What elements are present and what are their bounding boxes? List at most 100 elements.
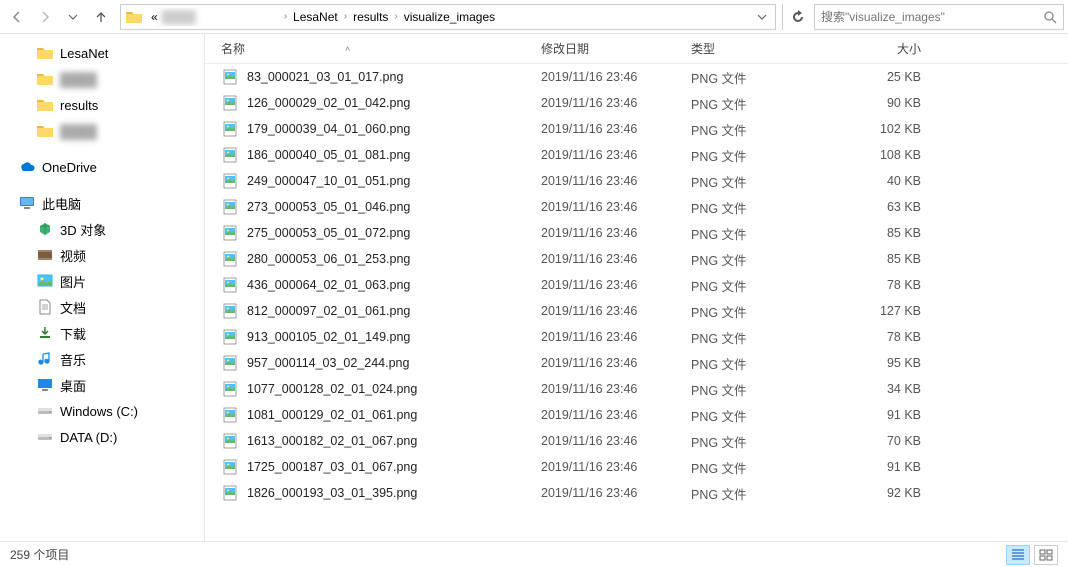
file-list[interactable]: 83_000021_03_01_017.png 2019/11/16 23:46…	[205, 64, 1068, 541]
file-type: PNG 文件	[691, 172, 831, 191]
breadcrumb-item[interactable]: visualize_images	[402, 8, 497, 26]
file-type: PNG 文件	[691, 406, 831, 425]
breadcrumb-prefix[interactable]: «	[149, 8, 160, 26]
status-item-count: 259 个项目	[10, 546, 69, 563]
sidebar-thispc-item[interactable]: 下载	[0, 320, 204, 346]
sidebar-quick-item[interactable]: ████	[0, 118, 204, 144]
file-type: PNG 文件	[691, 198, 831, 217]
view-thumbnails-button[interactable]	[1034, 545, 1058, 565]
file-row[interactable]: 1077_000128_02_01_024.png 2019/11/16 23:…	[205, 376, 1068, 402]
breadcrumb-hidden[interactable]: ████	[160, 8, 280, 26]
folder-icon	[36, 44, 54, 62]
breadcrumb-item[interactable]: results	[351, 8, 390, 26]
breadcrumb-separator: ›	[340, 11, 351, 22]
nav-up-button[interactable]	[88, 4, 114, 30]
refresh-button[interactable]	[782, 4, 812, 30]
png-file-icon	[221, 432, 239, 450]
file-row[interactable]: 186_000040_05_01_081.png 2019/11/16 23:4…	[205, 142, 1068, 168]
sidebar-thispc-item[interactable]: 图片	[0, 268, 204, 294]
file-type: PNG 文件	[691, 328, 831, 347]
sidebar-thispc-item[interactable]: Windows (C:)	[0, 398, 204, 424]
file-row[interactable]: 957_000114_03_02_244.png 2019/11/16 23:4…	[205, 350, 1068, 376]
recent-dropdown-button[interactable]	[60, 4, 86, 30]
sidebar-onedrive[interactable]: OneDrive	[0, 154, 204, 180]
sidebar-thispc-item[interactable]: DATA (D:)	[0, 424, 204, 450]
sidebar-thispc[interactable]: 此电脑	[0, 190, 204, 216]
nav-forward-button[interactable]	[32, 4, 58, 30]
file-date: 2019/11/16 23:46	[541, 252, 691, 266]
sidebar-item-label: 图片	[60, 272, 86, 291]
png-file-icon	[221, 68, 239, 86]
file-date: 2019/11/16 23:46	[541, 330, 691, 344]
sidebar-item-label: results	[60, 98, 98, 113]
file-row[interactable]: 273_000053_05_01_046.png 2019/11/16 23:4…	[205, 194, 1068, 220]
file-row[interactable]: 179_000039_04_01_060.png 2019/11/16 23:4…	[205, 116, 1068, 142]
file-type: PNG 文件	[691, 380, 831, 399]
file-row[interactable]: 280_000053_06_01_253.png 2019/11/16 23:4…	[205, 246, 1068, 272]
file-type: PNG 文件	[691, 146, 831, 165]
sidebar-thispc-item[interactable]: 桌面	[0, 372, 204, 398]
sidebar-thispc-item[interactable]: 文档	[0, 294, 204, 320]
breadcrumb-item[interactable]: LesaNet	[291, 8, 340, 26]
arrow-up-icon	[93, 9, 109, 25]
sidebar-thispc-item[interactable]: 音乐	[0, 346, 204, 372]
file-name: 249_000047_10_01_051.png	[247, 174, 541, 188]
file-row[interactable]: 1826_000193_03_01_395.png 2019/11/16 23:…	[205, 480, 1068, 506]
column-header-size[interactable]: 大小	[831, 40, 931, 57]
file-name: 186_000040_05_01_081.png	[247, 148, 541, 162]
sidebar-quick-item[interactable]: LesaNet	[0, 40, 204, 66]
file-row[interactable]: 83_000021_03_01_017.png 2019/11/16 23:46…	[205, 64, 1068, 90]
column-header-name[interactable]: 名称 ˄	[221, 40, 541, 57]
file-row[interactable]: 1613_000182_02_01_067.png 2019/11/16 23:…	[205, 428, 1068, 454]
pictures-icon	[36, 272, 54, 290]
toolbar: « ████ › LesaNet › results › visualize_i…	[0, 0, 1068, 34]
file-size: 91 KB	[831, 408, 931, 422]
file-name: 280_000053_06_01_253.png	[247, 252, 541, 266]
sidebar-item-label: LesaNet	[60, 46, 108, 61]
file-type: PNG 文件	[691, 94, 831, 113]
png-file-icon	[221, 120, 239, 138]
refresh-icon	[791, 10, 805, 24]
sidebar-item-label: Windows (C:)	[60, 404, 138, 419]
png-file-icon	[221, 224, 239, 242]
file-size: 108 KB	[831, 148, 931, 162]
file-row[interactable]: 913_000105_02_01_149.png 2019/11/16 23:4…	[205, 324, 1068, 350]
column-header-date[interactable]: 修改日期	[541, 40, 691, 57]
file-row[interactable]: 812_000097_02_01_061.png 2019/11/16 23:4…	[205, 298, 1068, 324]
search-input[interactable]	[821, 10, 1043, 24]
file-type: PNG 文件	[691, 68, 831, 87]
sidebar-quick-item[interactable]: results	[0, 92, 204, 118]
status-bar: 259 个项目	[0, 541, 1068, 567]
file-row[interactable]: 1081_000129_02_01_061.png 2019/11/16 23:…	[205, 402, 1068, 428]
file-date: 2019/11/16 23:46	[541, 434, 691, 448]
sidebar-quick-item[interactable]: ████	[0, 66, 204, 92]
file-type: PNG 文件	[691, 484, 831, 503]
sidebar-item-label: 音乐	[60, 350, 86, 369]
column-header-type[interactable]: 类型	[691, 40, 831, 57]
file-row[interactable]: 249_000047_10_01_051.png 2019/11/16 23:4…	[205, 168, 1068, 194]
file-size: 92 KB	[831, 486, 931, 500]
thispc-icon	[18, 194, 36, 212]
file-row[interactable]: 1725_000187_03_01_067.png 2019/11/16 23:…	[205, 454, 1068, 480]
file-row[interactable]: 436_000064_02_01_063.png 2019/11/16 23:4…	[205, 272, 1068, 298]
file-row[interactable]: 275_000053_05_01_072.png 2019/11/16 23:4…	[205, 220, 1068, 246]
nav-back-button[interactable]	[4, 4, 30, 30]
file-name: 436_000064_02_01_063.png	[247, 278, 541, 292]
file-date: 2019/11/16 23:46	[541, 200, 691, 214]
file-size: 70 KB	[831, 434, 931, 448]
desktop-icon	[36, 376, 54, 394]
file-date: 2019/11/16 23:46	[541, 460, 691, 474]
file-date: 2019/11/16 23:46	[541, 278, 691, 292]
sidebar-item-label: 下载	[60, 324, 86, 343]
details-view-icon	[1011, 549, 1025, 561]
file-size: 102 KB	[831, 122, 931, 136]
thumbnails-view-icon	[1039, 549, 1053, 561]
sidebar-thispc-item[interactable]: 3D 对象	[0, 216, 204, 242]
search-box[interactable]	[814, 4, 1064, 30]
sidebar-thispc-item[interactable]: 视频	[0, 242, 204, 268]
chevron-down-icon[interactable]	[757, 12, 767, 22]
file-row[interactable]: 126_000029_02_01_042.png 2019/11/16 23:4…	[205, 90, 1068, 116]
music-icon	[36, 350, 54, 368]
view-details-button[interactable]	[1006, 545, 1030, 565]
address-bar[interactable]: « ████ › LesaNet › results › visualize_i…	[120, 4, 776, 30]
